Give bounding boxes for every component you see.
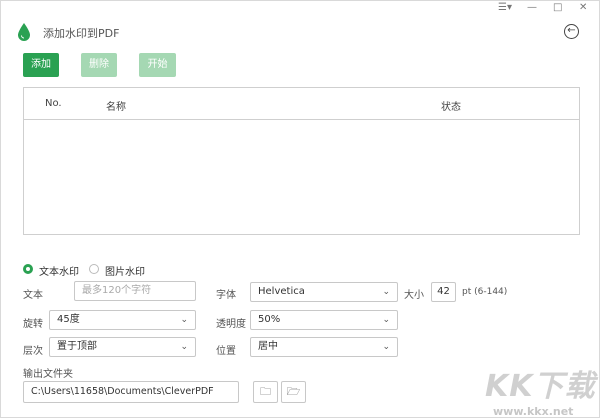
add-button[interactable]: 添加 <box>23 53 59 77</box>
chevron-down-icon: ⌄ <box>180 342 188 352</box>
open-folder-button[interactable]: 🗁 <box>281 381 306 403</box>
close-icon[interactable]: ✕ <box>579 2 587 14</box>
menu-icon[interactable]: ☰▾ <box>498 2 512 14</box>
delete-button[interactable]: 删除 <box>81 53 117 77</box>
position-value: 居中 <box>258 341 278 352</box>
rotate-select[interactable]: 45度 ⌄ <box>49 310 196 330</box>
layer-select[interactable]: 置于顶部 ⌄ <box>49 337 196 357</box>
back-button[interactable]: ← <box>564 24 579 39</box>
layer-label: 层次 <box>23 346 43 357</box>
open-folder-icon: 🗁 <box>286 385 301 398</box>
size-hint: pt (6-144) <box>462 287 508 297</box>
chevron-down-icon: ⌄ <box>382 342 390 352</box>
image-watermark-radio[interactable] <box>89 264 99 274</box>
app-window: ☰▾ — □ ✕ 添加水印到PDF ← 添加 删除 开始 No. 名称 状态 文… <box>0 0 600 418</box>
site-watermark-logo: KK下载 <box>485 369 596 404</box>
drop-logo-icon <box>18 23 30 41</box>
image-watermark-label[interactable]: 图片水印 <box>105 263 145 278</box>
text-input[interactable]: 最多120个字符 <box>74 281 196 301</box>
minimize-icon[interactable]: — <box>527 2 537 14</box>
text-label: 文本 <box>23 290 43 301</box>
size-input[interactable]: 42 <box>431 282 456 302</box>
chevron-down-icon: ⌄ <box>382 287 390 297</box>
rotate-value: 45度 <box>57 314 80 325</box>
font-label: 字体 <box>216 290 236 301</box>
file-table[interactable]: No. 名称 状态 <box>23 87 580 235</box>
column-no: No. <box>45 98 62 109</box>
maximize-icon[interactable]: □ <box>553 2 562 14</box>
output-folder-label: 输出文件夹 <box>23 369 73 380</box>
size-label: 大小 <box>404 290 424 301</box>
position-select[interactable]: 居中 ⌄ <box>250 337 398 357</box>
rotate-label: 旋转 <box>23 319 43 330</box>
opacity-value: 50% <box>258 314 281 325</box>
font-value: Helvetica <box>258 286 305 297</box>
column-name: 名称 <box>106 102 126 113</box>
chevron-down-icon: ⌄ <box>382 315 390 325</box>
chevron-down-icon: ⌄ <box>180 315 188 325</box>
column-status: 状态 <box>441 102 461 113</box>
site-watermark-url: www.kkx.net <box>493 405 574 418</box>
arrow-left-icon: ← <box>567 25 576 36</box>
text-watermark-label[interactable]: 文本水印 <box>39 263 79 278</box>
folder-icon: 🗀 <box>260 385 271 398</box>
position-label: 位置 <box>216 346 236 357</box>
output-folder-input[interactable]: C:\Users\11658\Documents\CleverPDF <box>23 381 239 403</box>
page-title: 添加水印到PDF <box>43 27 120 40</box>
opacity-label: 透明度 <box>216 319 246 330</box>
opacity-select[interactable]: 50% ⌄ <box>250 310 398 330</box>
table-header: No. 名称 状态 <box>24 88 579 120</box>
layer-value: 置于顶部 <box>57 341 97 352</box>
start-button[interactable]: 开始 <box>139 53 176 77</box>
text-watermark-radio[interactable] <box>23 264 33 274</box>
browse-folder-button[interactable]: 🗀 <box>253 381 278 403</box>
title-bar: ☰▾ — □ ✕ <box>1 1 600 17</box>
font-select[interactable]: Helvetica ⌄ <box>250 282 398 302</box>
